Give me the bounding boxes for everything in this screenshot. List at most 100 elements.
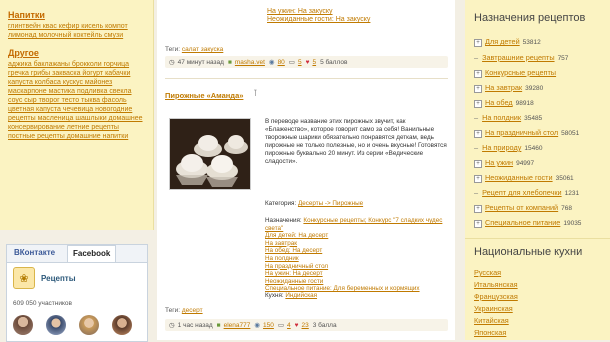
tag-links[interactable]: салат закуска — [182, 46, 223, 53]
expand-icon[interactable]: + — [474, 220, 482, 228]
purpose-label[interactable]: Для детей — [485, 37, 520, 46]
purpose-label[interactable]: На природу — [482, 143, 521, 152]
purpose-label[interactable]: На завтрак — [485, 83, 522, 92]
purpose-item[interactable]: – Рецепт для хлебопечки 1231 — [474, 188, 579, 197]
purpose-item[interactable]: + На обед 98918 — [474, 98, 534, 108]
purpose-count: 1231 — [564, 190, 580, 197]
post-meta: ◷ 1 час назад ■ elena777 ◉ 150 ▭ 4 ♥ 23 3 бал… — [165, 319, 448, 331]
purpose-count: 58051 — [561, 130, 580, 137]
purpose-count: 98918 — [515, 100, 534, 107]
purpose-label[interactable]: Рецепт для хлебопечки — [482, 188, 562, 197]
cuisine-link[interactable]: Китайская — [474, 316, 509, 325]
heart-icon[interactable]: ♥ — [306, 59, 310, 66]
post-photo[interactable] — [169, 118, 251, 190]
purpose-count: 94997 — [516, 160, 535, 167]
purpose-label: Назначения: — [265, 217, 302, 224]
purpose-label[interactable]: Завтрашние рецепты — [482, 53, 555, 62]
score: 5 баллов — [320, 58, 348, 66]
author-link[interactable]: elena777 — [224, 322, 251, 329]
purpose-label[interactable]: Рецепты от компаний — [485, 203, 558, 212]
purpose-item[interactable]: + На праздничный стол 58051 — [474, 128, 579, 138]
purpose-label[interactable]: На ужин — [485, 158, 513, 167]
purpose-item[interactable]: + На завтрак 39280 — [474, 83, 543, 93]
member-count: 609 050 участников — [13, 300, 72, 307]
cuisine-link[interactable]: Русская — [474, 268, 501, 277]
post-description: В переводе название этих пирожных звучит… — [265, 118, 447, 165]
category-title-drinks[interactable]: Напитки — [8, 10, 145, 20]
purpose-label[interactable]: Неожиданные гости — [485, 173, 553, 182]
expand-icon[interactable]: + — [474, 39, 482, 47]
expand-icon[interactable]: + — [474, 85, 482, 93]
purpose-link[interactable]: На завтрак — [265, 240, 297, 247]
purpose-item[interactable]: + Конкурсные рецепты — [474, 68, 559, 78]
avatar[interactable] — [79, 315, 99, 335]
purpose-link[interactable]: На обед: На десерт — [265, 247, 322, 254]
purpose-item[interactable]: – На природу 15460 — [474, 143, 542, 152]
eye-icon: ◉ — [268, 59, 275, 66]
likes-count[interactable]: 23 — [302, 322, 309, 329]
cuisine-link[interactable]: Японская — [474, 328, 506, 337]
purpose-label[interactable]: На праздничный стол — [485, 128, 558, 137]
purpose-link[interactable]: Неожиданные гости: На закуску — [267, 16, 370, 24]
purpose-item[interactable]: + Рецепты от компаний 768 — [474, 203, 572, 213]
comments-count[interactable]: 4 — [287, 322, 291, 329]
group-name[interactable]: Рецепты — [41, 274, 76, 283]
purpose-link[interactable]: На ужин: На десерт — [265, 270, 323, 277]
expand-icon[interactable]: + — [474, 100, 482, 108]
post-purposes: Назначения: Конкурсные рецепты; Конкурс … — [265, 217, 447, 293]
comments-count[interactable]: 5 — [298, 59, 302, 66]
purpose-item[interactable]: – На полдник 35485 — [474, 113, 542, 122]
expand-icon[interactable]: + — [474, 70, 482, 78]
previous-post-purposes: На ужин: На закуску Неожиданные гости: Н… — [267, 8, 370, 24]
heart-icon[interactable]: ♥ — [295, 322, 299, 329]
author-link[interactable]: masha.vet — [235, 59, 265, 66]
cuisine-link[interactable]: Итальянская — [474, 280, 518, 289]
tab-vkontakte[interactable]: ВКонтакте — [9, 245, 60, 261]
purpose-item[interactable]: + Специальное питание 19035 — [474, 218, 581, 228]
category-sidebar: Напитки глинтвейн квас кефир кисель комп… — [0, 0, 154, 230]
category-links-drinks[interactable]: глинтвейн квас кефир кисель компот лимон… — [8, 22, 145, 40]
pin-icon[interactable]: ⊺ — [253, 88, 258, 99]
likes-count[interactable]: 5 — [312, 59, 316, 66]
purpose-link[interactable]: На ужин: На закуску — [267, 8, 370, 16]
category-links-other[interactable]: аджика баклажаны брокколи горчица гречка… — [8, 60, 145, 141]
purpose-label[interactable]: На полдник — [482, 113, 521, 122]
tab-facebook[interactable]: Facebook — [67, 245, 117, 262]
post-title[interactable]: Пирожные «Аманда» — [165, 91, 243, 100]
purposes-heading: Назначения рецептов — [474, 12, 586, 24]
category-title-other[interactable]: Другое — [8, 48, 145, 58]
purpose-label[interactable]: Конкурсные рецепты — [485, 68, 556, 77]
avatar[interactable] — [13, 315, 33, 335]
category-link[interactable]: Десерты -> Пирожные — [298, 200, 363, 207]
tag-links[interactable]: десерт — [182, 307, 203, 314]
post-tags: Теги: десерт — [165, 307, 203, 314]
expand-icon[interactable]: + — [474, 175, 482, 183]
social-group[interactable]: ❀ Рецепты — [13, 267, 76, 289]
purpose-link[interactable]: На полдник — [265, 255, 299, 262]
recipe-feed: На ужин: На закуску Неожиданные гости: Н… — [157, 0, 455, 340]
expand-icon[interactable]: + — [474, 205, 482, 213]
expand-icon[interactable]: + — [474, 130, 482, 138]
purpose-item[interactable]: + На ужин 94997 — [474, 158, 534, 168]
purpose-item[interactable]: + Неожиданные гости 35061 — [474, 173, 574, 183]
avatar[interactable] — [112, 315, 132, 335]
previous-post-meta: ◷ 47 минут назад ■ masha.vet ◉ 80 ▭ 5 ♥ 5 5 б… — [165, 56, 448, 68]
views-count[interactable]: 80 — [278, 59, 285, 66]
cuisine-link[interactable]: Индийская — [285, 292, 317, 299]
previous-post-tags: Теги: салат закуска — [165, 46, 223, 53]
cuisine-link[interactable]: Французская — [474, 292, 518, 301]
dash-icon: – — [474, 143, 479, 152]
purpose-link[interactable]: Неожиданные гости — [265, 278, 323, 285]
eye-icon: ◉ — [254, 322, 261, 329]
purpose-link[interactable]: На праздничный стол — [265, 263, 328, 270]
cuisine-link[interactable]: Украинская — [474, 304, 513, 313]
dash-icon: – — [474, 53, 479, 62]
views-count[interactable]: 150 — [263, 322, 274, 329]
purpose-label[interactable]: На обед — [485, 98, 513, 107]
purpose-item[interactable]: – Завтрашние рецепты 757 — [474, 53, 568, 62]
purpose-item[interactable]: + Для детей 53812 — [474, 37, 541, 47]
avatar[interactable] — [46, 315, 66, 335]
purpose-link[interactable]: Для детей: На десерт — [265, 232, 328, 239]
purpose-label[interactable]: Специальное питание — [485, 218, 560, 227]
expand-icon[interactable]: + — [474, 160, 482, 168]
